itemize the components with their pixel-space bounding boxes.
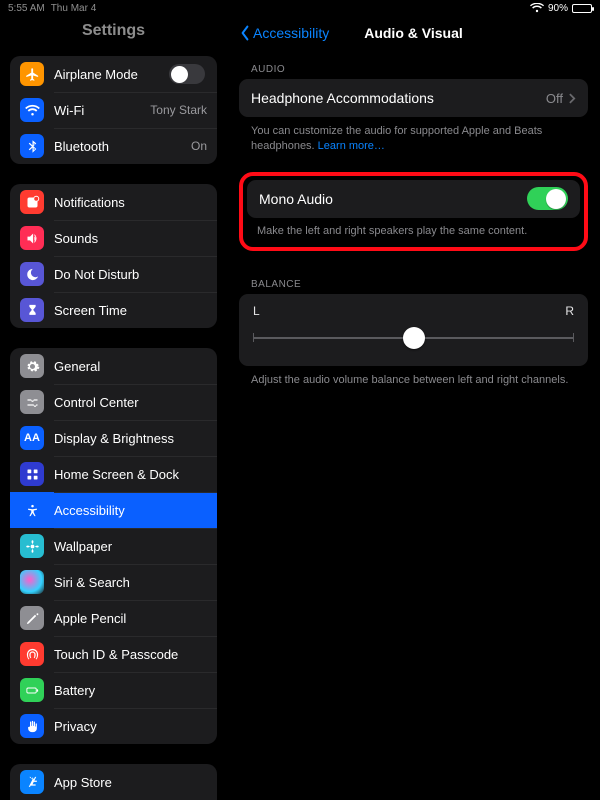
row-label: Mono Audio <box>259 191 333 207</box>
balance-left-label: L <box>253 304 260 318</box>
page-title: Audio & Visual <box>364 25 463 41</box>
sidebar-item-touchid[interactable]: Touch ID & Passcode <box>10 636 217 672</box>
back-button[interactable]: Accessibility <box>239 16 329 50</box>
sidebar-group-alerts: Notifications Sounds Do Not Disturb Scre… <box>10 184 217 328</box>
airplane-icon <box>20 62 44 86</box>
headphone-card: Headphone Accommodations Off <box>239 79 588 117</box>
status-date: Thu Mar 4 <box>51 3 97 14</box>
highlight-red-box: Mono Audio Make the left and right speak… <box>239 172 588 251</box>
headphone-accommodations-row[interactable]: Headphone Accommodations Off <box>239 79 588 117</box>
sidebar-group-general: General Control Center AA Display & Brig… <box>10 348 217 744</box>
sliders-icon <box>20 390 44 414</box>
balance-slider[interactable] <box>253 328 574 348</box>
sidebar-label: Do Not Disturb <box>54 267 139 282</box>
sidebar-label: Apple Pencil <box>54 611 126 626</box>
row-label: Headphone Accommodations <box>251 90 434 106</box>
appstore-icon <box>20 770 44 794</box>
grid-icon <box>20 462 44 486</box>
balance-caption: Adjust the audio volume balance between … <box>251 373 576 388</box>
wifi-icon <box>20 98 44 122</box>
fingerprint-icon <box>20 642 44 666</box>
sidebar-item-bluetooth[interactable]: Bluetooth On <box>10 128 217 164</box>
section-header-audio: AUDIO <box>251 64 588 75</box>
headphone-caption: You can customize the audio for supporte… <box>251 124 576 154</box>
headphone-value: Off <box>546 91 563 106</box>
sidebar-label: Sounds <box>54 231 98 246</box>
status-bar: 5:55 AM Thu Mar 4 90% <box>0 0 600 16</box>
sidebar-label: App Store <box>54 775 112 790</box>
flower-icon <box>20 534 44 558</box>
display-icon: AA <box>20 426 44 450</box>
sidebar-item-home-screen[interactable]: Home Screen & Dock <box>10 456 217 492</box>
sidebar-item-appstore[interactable]: App Store <box>10 764 217 800</box>
sidebar-label: Siri & Search <box>54 575 130 590</box>
bluetooth-value: On <box>191 139 207 153</box>
mono-audio-row[interactable]: Mono Audio <box>247 180 580 218</box>
sidebar-group-network: Airplane Mode Wi-Fi Tony Stark Bluetooth… <box>10 56 217 164</box>
sidebar-item-airplane[interactable]: Airplane Mode <box>10 56 217 92</box>
sidebar-label: Screen Time <box>54 303 127 318</box>
sidebar-item-sounds[interactable]: Sounds <box>10 220 217 256</box>
slider-thumb[interactable] <box>403 327 425 349</box>
sidebar-label: Wi-Fi <box>54 103 84 118</box>
wifi-icon <box>530 3 544 16</box>
sidebar-item-privacy[interactable]: Privacy <box>10 708 217 744</box>
sounds-icon <box>20 226 44 250</box>
sidebar-label: Privacy <box>54 719 97 734</box>
notifications-icon <box>20 190 44 214</box>
sidebar-label: Control Center <box>54 395 139 410</box>
mono-audio-toggle[interactable] <box>527 187 568 210</box>
sidebar-item-wifi[interactable]: Wi-Fi Tony Stark <box>10 92 217 128</box>
gear-icon <box>20 354 44 378</box>
balance-right-label: R <box>565 304 574 318</box>
sidebar-item-general[interactable]: General <box>10 348 217 384</box>
accessibility-icon <box>20 498 44 522</box>
hourglass-icon <box>20 298 44 322</box>
pencil-icon <box>20 606 44 630</box>
sidebar-item-screentime[interactable]: Screen Time <box>10 292 217 328</box>
sidebar-group-store: App Store Wallet & Apple Pay <box>10 764 217 800</box>
sidebar-label: Notifications <box>54 195 125 210</box>
balance-card: L R <box>239 294 588 366</box>
sidebar-label: Airplane Mode <box>54 67 138 82</box>
battery-icon <box>572 4 592 13</box>
sidebar-label: Battery <box>54 683 95 698</box>
siri-icon <box>20 570 44 594</box>
sidebar-item-notifications[interactable]: Notifications <box>10 184 217 220</box>
sidebar-item-display[interactable]: AA Display & Brightness <box>10 420 217 456</box>
sidebar-title: Settings <box>0 16 227 50</box>
battery-icon <box>20 678 44 702</box>
hand-icon <box>20 714 44 738</box>
sidebar-label: Touch ID & Passcode <box>54 647 178 662</box>
sidebar-item-accessibility[interactable]: Accessibility <box>10 492 217 528</box>
sidebar-label: Display & Brightness <box>54 431 174 446</box>
sidebar-label: Wallpaper <box>54 539 112 554</box>
chevron-left-icon <box>239 25 251 41</box>
sidebar-item-dnd[interactable]: Do Not Disturb <box>10 256 217 292</box>
settings-sidebar: Settings Airplane Mode Wi-Fi Tony Stark <box>0 16 227 800</box>
chevron-right-icon <box>569 93 576 104</box>
sidebar-item-pencil[interactable]: Apple Pencil <box>10 600 217 636</box>
detail-pane: Accessibility Audio & Visual AUDIO Headp… <box>227 16 600 800</box>
battery-percentage: 90% <box>548 3 568 14</box>
wifi-value: Tony Stark <box>150 103 207 117</box>
moon-icon <box>20 262 44 286</box>
airplane-toggle[interactable] <box>169 64 205 84</box>
sidebar-item-battery[interactable]: Battery <box>10 672 217 708</box>
sidebar-item-wallpaper[interactable]: Wallpaper <box>10 528 217 564</box>
sidebar-label: Bluetooth <box>54 139 109 154</box>
bluetooth-icon <box>20 134 44 158</box>
status-time: 5:55 AM <box>8 3 45 14</box>
sidebar-item-control-center[interactable]: Control Center <box>10 384 217 420</box>
section-header-balance: BALANCE <box>251 279 588 290</box>
sidebar-label: Accessibility <box>54 503 125 518</box>
back-label: Accessibility <box>253 25 329 41</box>
sidebar-label: General <box>54 359 100 374</box>
mono-caption: Make the left and right speakers play th… <box>257 224 570 239</box>
sidebar-label: Home Screen & Dock <box>54 467 179 482</box>
learn-more-link[interactable]: Learn more… <box>318 140 385 152</box>
sidebar-item-siri[interactable]: Siri & Search <box>10 564 217 600</box>
